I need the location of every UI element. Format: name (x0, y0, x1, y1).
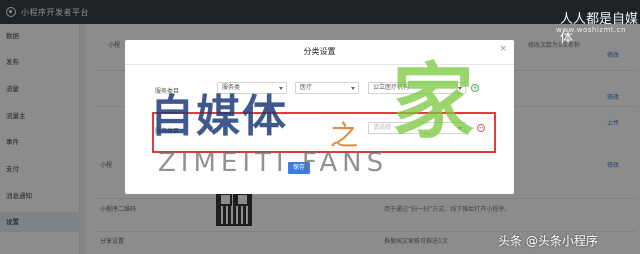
category-select-2-value: 医疗 (300, 84, 313, 91)
watermark-main: 自媒体 (150, 91, 288, 142)
watermark-jia: 家 (392, 55, 475, 150)
chevron-down-icon (351, 87, 355, 90)
close-icon[interactable]: × (499, 45, 507, 54)
watermark-bottom: 头条 @头条小程序 (498, 234, 598, 248)
watermark-fans: ZIMEITI FANS (158, 148, 389, 178)
watermark-url: www.woshizmt.cn (556, 26, 627, 34)
category-select-2[interactable]: 医疗 (295, 82, 359, 94)
